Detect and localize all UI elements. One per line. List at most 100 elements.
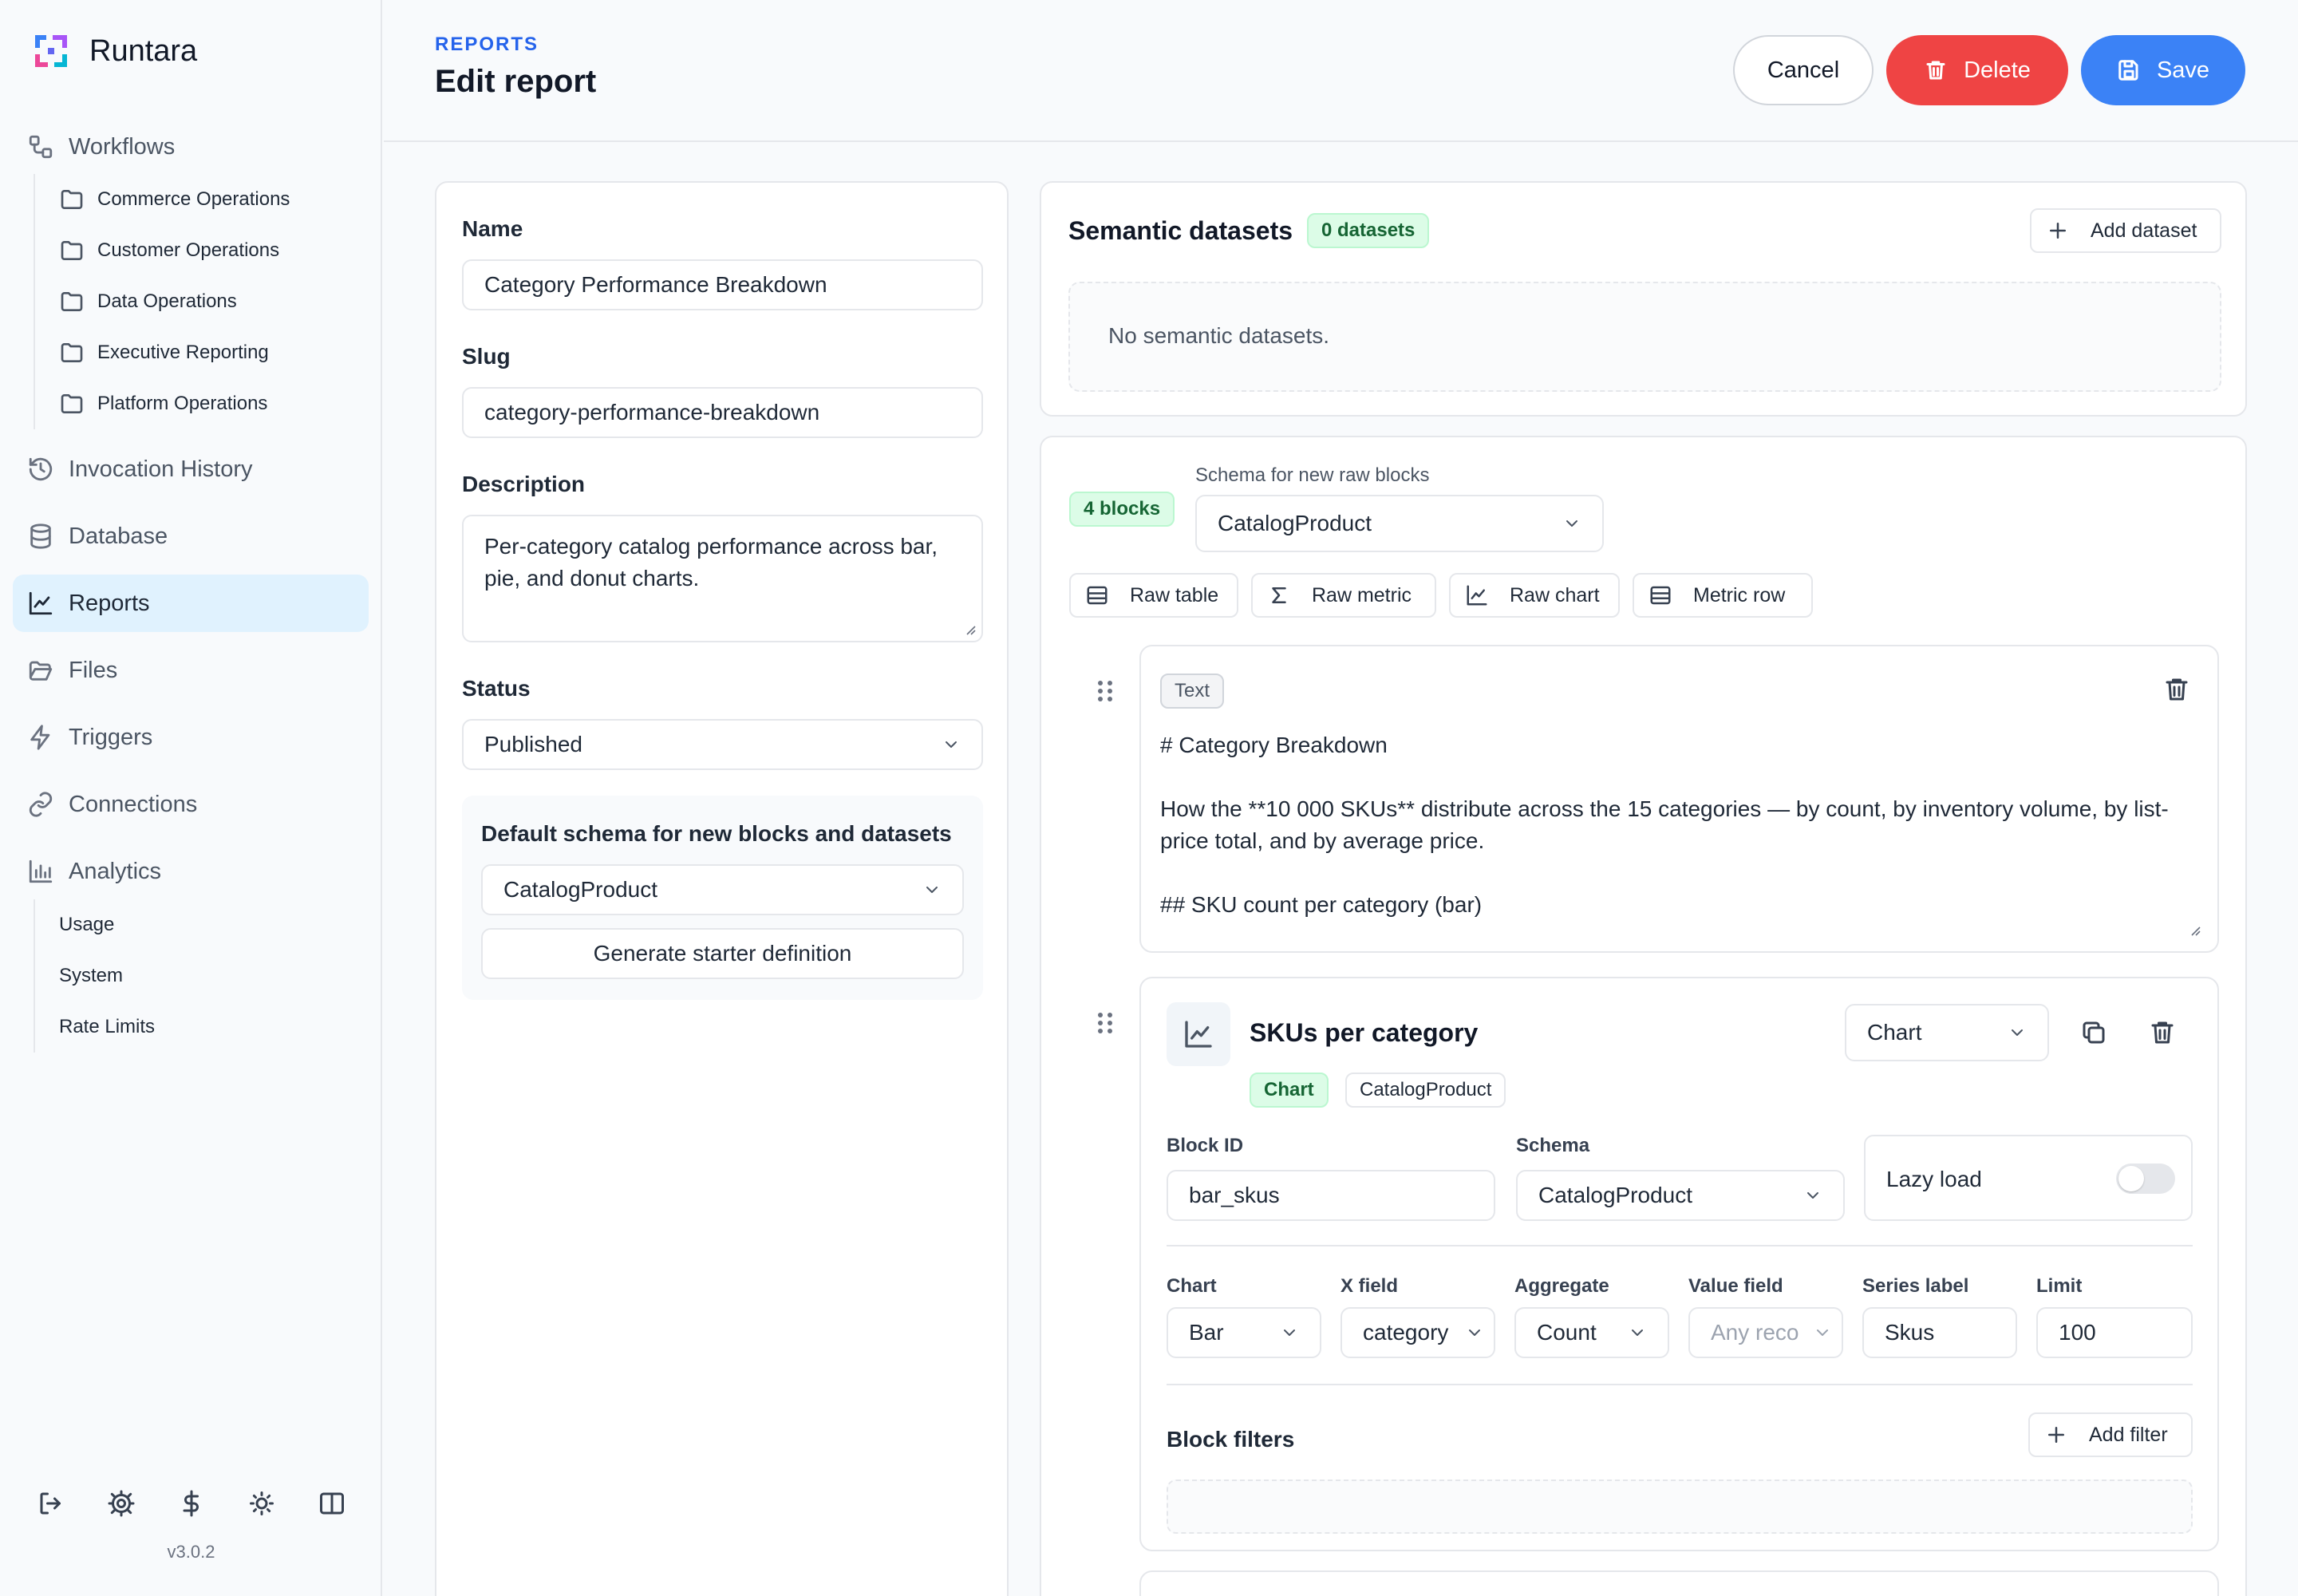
schema-raw-select[interactable]: CatalogProduct: [1195, 495, 1604, 552]
sidebar-toggle-icon[interactable]: [318, 1489, 346, 1518]
drag-handle-icon[interactable]: [1094, 1009, 1116, 1037]
sidebar-item-invocation-history[interactable]: Invocation History: [13, 440, 369, 498]
dollar-icon[interactable]: [177, 1489, 206, 1518]
cancel-button[interactable]: Cancel: [1733, 35, 1874, 105]
limit-value: 100: [2059, 1320, 2096, 1345]
plus-icon: [2048, 1427, 2064, 1443]
resize-handle-icon[interactable]: [962, 622, 977, 636]
add-filter-label: Add filter: [2089, 1423, 2168, 1446]
runtara-logo-icon: [35, 35, 67, 67]
default-schema-select[interactable]: CatalogProduct: [481, 864, 964, 915]
sidebar-item-label: Analytics: [69, 858, 162, 884]
sidebar-subitem-usage[interactable]: Usage: [35, 899, 155, 950]
sidebar-subitem-system[interactable]: System: [35, 950, 155, 1001]
sidebar-item-triggers[interactable]: Triggers: [13, 709, 369, 766]
resize-handle-icon[interactable]: [2187, 922, 2201, 937]
folder-item[interactable]: Commerce Operations: [35, 174, 290, 225]
metric-row-button[interactable]: Metric row: [1633, 573, 1813, 618]
limit-input[interactable]: 100: [2036, 1307, 2193, 1358]
series-label-value: Skus: [1885, 1320, 1935, 1345]
generate-label: Generate starter definition: [593, 941, 852, 966]
lazy-load-panel: Lazy load: [1864, 1135, 2193, 1221]
text-block-badge: Text: [1160, 674, 1225, 709]
name-input[interactable]: Category Performance Breakdown: [462, 259, 983, 310]
datasets-empty-state: No semantic datasets.: [1068, 282, 2221, 392]
chart-schema-badge: CatalogProduct: [1345, 1073, 1506, 1108]
sigma-icon: [1272, 587, 1286, 603]
sidebar-item-database[interactable]: Database: [13, 508, 369, 565]
app-version: v3.0.2: [167, 1542, 215, 1562]
sidebar-item-workflows[interactable]: Workflows: [13, 118, 369, 176]
generate-starter-button[interactable]: Generate starter definition: [481, 928, 964, 979]
blocks-card: 4 blocks Schema for new raw blocks Catal…: [1040, 436, 2247, 1596]
page-header: REPORTS Edit report Cancel Delete Save: [384, 0, 2298, 142]
duplicate-block-icon[interactable]: [2079, 1018, 2111, 1050]
sidebar-item-files[interactable]: Files: [13, 642, 369, 699]
workflow-icon: [29, 135, 53, 159]
brand[interactable]: Runtara: [32, 32, 197, 70]
sidebar-subitem-rate-limits[interactable]: Rate Limits: [35, 1001, 155, 1053]
sidebar-item-label: Database: [69, 523, 168, 549]
tool-label: Raw metric: [1312, 583, 1412, 606]
raw-chart-button[interactable]: Raw chart: [1449, 573, 1620, 618]
folder-item[interactable]: Platform Operations: [35, 378, 290, 429]
folder-icon: [61, 343, 83, 362]
delete-button[interactable]: Delete: [1886, 35, 2068, 105]
valuefield-select[interactable]: Any reco: [1688, 1307, 1843, 1358]
block-id-input[interactable]: bar_skus: [1167, 1170, 1495, 1221]
description-textarea[interactable]: Per-category catalog performance across …: [462, 515, 983, 642]
text-block: Text # Category Breakdown How the **10 0…: [1139, 645, 2219, 953]
add-filter-button[interactable]: Add filter: [2028, 1412, 2193, 1457]
block-schema-select[interactable]: CatalogProduct: [1516, 1170, 1845, 1221]
chart-block: SKUs per category Chart CatalogProduct C…: [1139, 977, 2219, 1551]
history-icon: [29, 457, 53, 481]
aggregate-label: Aggregate: [1514, 1275, 1609, 1297]
raw-metric-button[interactable]: Raw metric: [1251, 573, 1436, 618]
settings-icon[interactable]: [107, 1489, 136, 1518]
xfield-select[interactable]: category: [1340, 1307, 1495, 1358]
text-block-editor[interactable]: # Category Breakdown How the **10 000 SK…: [1160, 729, 2197, 921]
chevron-down-icon: [2012, 1029, 2023, 1036]
chart-type-badge: Chart: [1250, 1073, 1329, 1108]
sidebar-item-connections[interactable]: Connections: [13, 776, 369, 833]
block-id-value: bar_skus: [1189, 1183, 1280, 1207]
text-line: How the **10 000 SKUs** distribute acros…: [1160, 796, 2169, 853]
chevron-down-icon: [1284, 1329, 1295, 1336]
chart-line-icon: [29, 591, 53, 615]
app-name: Runtara: [89, 34, 198, 68]
series-label-input[interactable]: Skus: [1862, 1307, 2017, 1358]
breadcrumb[interactable]: REPORTS: [435, 34, 539, 56]
chart-kind-select[interactable]: Bar: [1167, 1307, 1321, 1358]
sidebar-item-analytics[interactable]: Analytics: [13, 843, 369, 900]
default-schema-value: CatalogProduct: [503, 877, 658, 902]
folder-item[interactable]: Customer Operations: [35, 225, 290, 276]
block-id-label: Block ID: [1167, 1135, 1244, 1156]
delete-block-icon[interactable]: [2162, 675, 2194, 707]
bar-chart-icon: [29, 859, 53, 883]
raw-table-button[interactable]: Raw table: [1069, 573, 1238, 618]
status-select[interactable]: Published: [462, 719, 983, 770]
sidebar-item-reports[interactable]: Reports: [13, 575, 369, 632]
sidebar-item-label: Invocation History: [69, 456, 253, 482]
add-dataset-button[interactable]: Add dataset: [2030, 208, 2221, 253]
drag-handle-icon[interactable]: [1094, 677, 1116, 705]
default-schema-panel: Default schema for new blocks and datase…: [462, 796, 983, 1000]
tool-label: Raw chart: [1510, 583, 1600, 606]
logout-icon[interactable]: [37, 1489, 65, 1518]
default-schema-label: Default schema for new blocks and datase…: [481, 821, 952, 846]
folder-item[interactable]: Executive Reporting: [35, 327, 290, 378]
aggregate-select[interactable]: Count: [1514, 1307, 1669, 1358]
block-type-select[interactable]: Chart: [1845, 1004, 2049, 1061]
folder-item[interactable]: Data Operations: [35, 276, 290, 327]
slug-input[interactable]: category-performance-breakdown: [462, 387, 983, 438]
folder-icon: [61, 190, 83, 209]
slug-label: Slug: [462, 344, 511, 369]
lazy-load-toggle[interactable]: [2116, 1163, 2175, 1194]
folder-label: Executive Reporting: [97, 342, 269, 363]
report-details-card: Name Category Performance Breakdown Slug…: [435, 181, 1009, 1596]
theme-sun-icon[interactable]: [247, 1489, 276, 1518]
delete-block-icon[interactable]: [2148, 1018, 2180, 1050]
save-button[interactable]: Save: [2081, 35, 2245, 105]
sidebar-item-label: Workflows: [69, 133, 176, 160]
name-label: Name: [462, 216, 523, 241]
